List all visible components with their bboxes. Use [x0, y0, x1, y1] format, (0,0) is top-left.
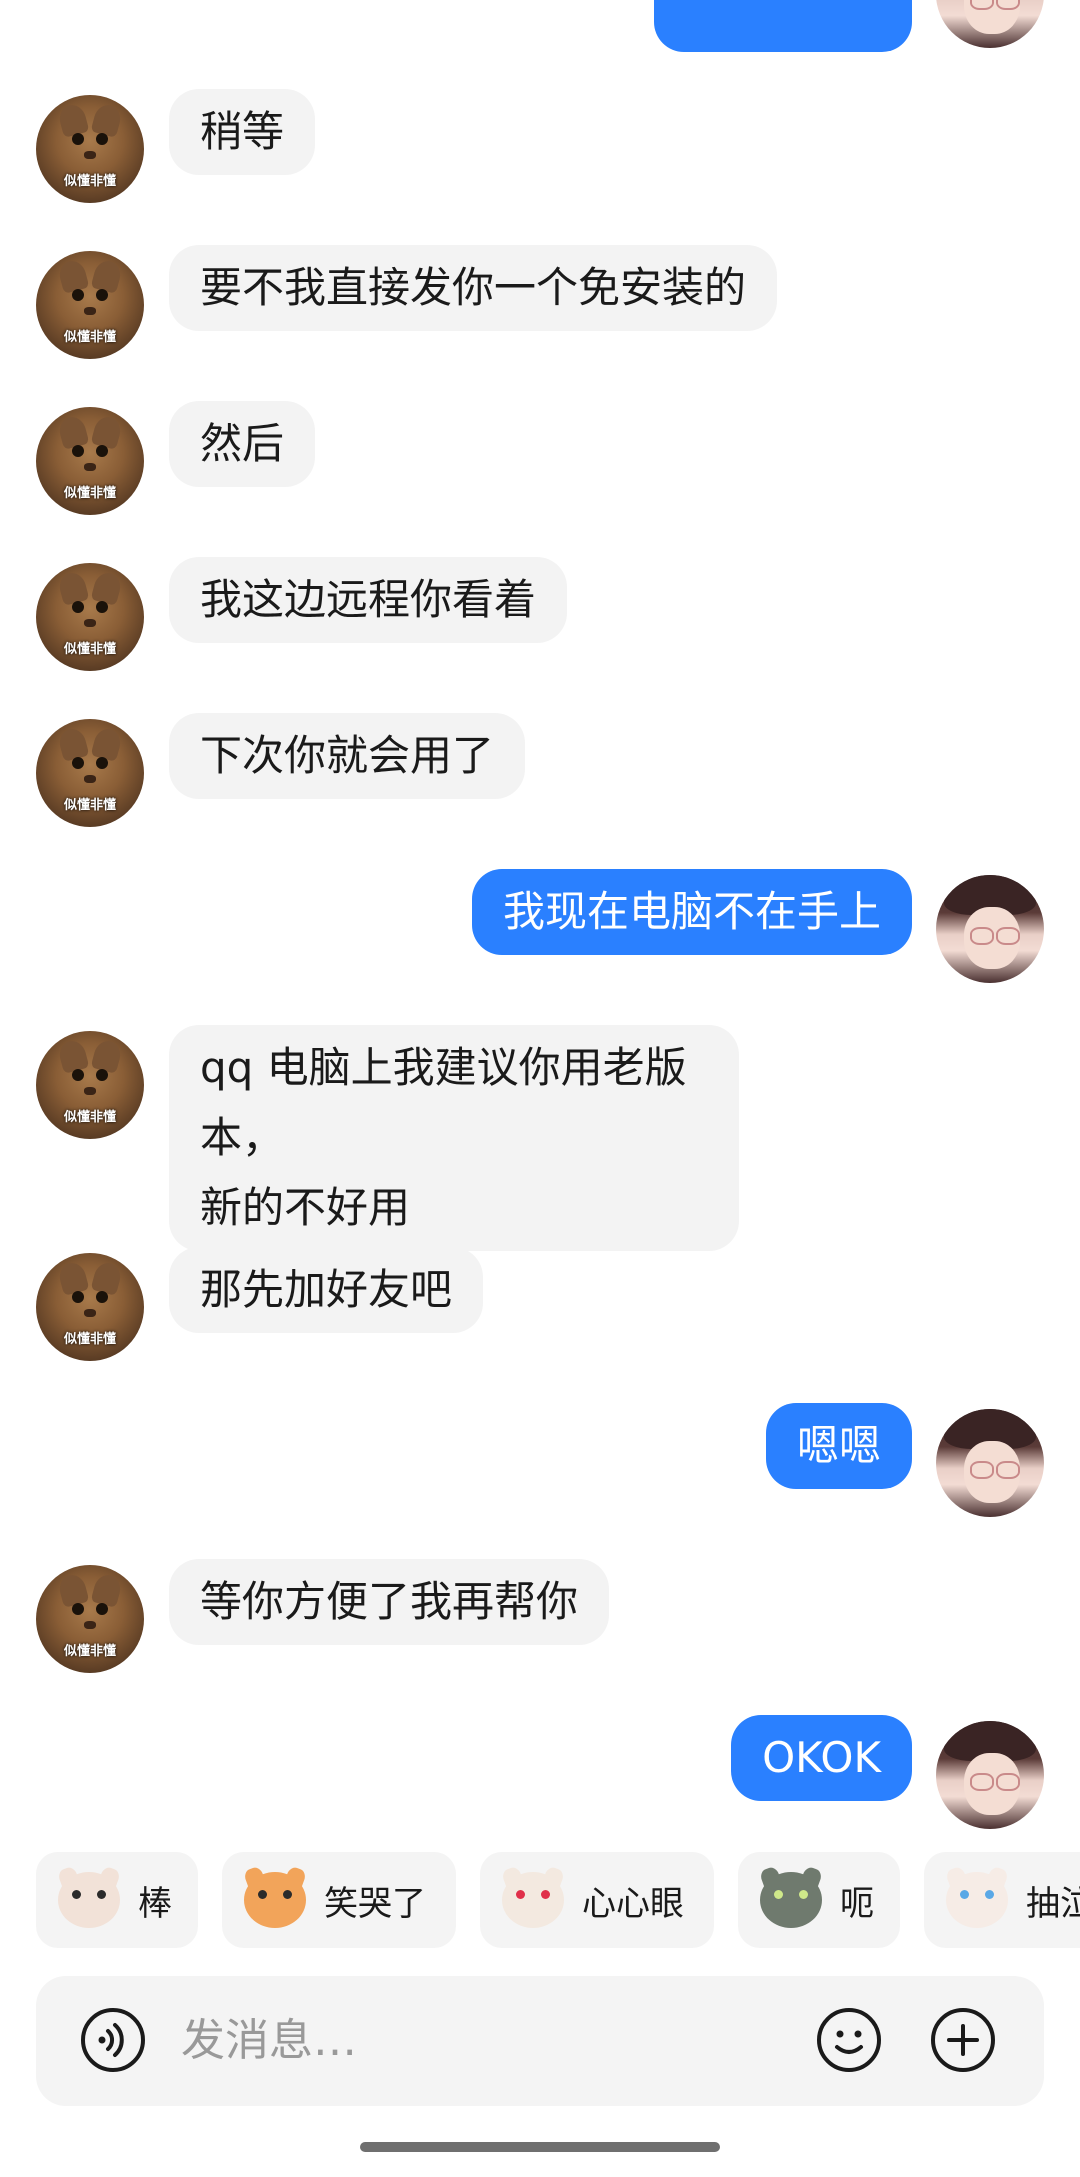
message-line: 新的不好用	[200, 1183, 411, 1232]
message-input[interactable]: 发消息…	[181, 2006, 357, 2076]
message-line: qq 电脑上我建议你用老版本，	[200, 1043, 687, 1162]
message-bubble-outgoing[interactable]: 嗯嗯	[765, 1403, 912, 1489]
calico-cat-sticker-icon	[502, 1872, 564, 1928]
home-indicator[interactable]	[360, 2142, 720, 2152]
grey-cat-sticker-icon	[760, 1872, 822, 1928]
message-row-incoming: 似懂非懂 然后	[0, 401, 1080, 527]
my-avatar[interactable]	[936, 875, 1044, 983]
sticker-label: 棒	[138, 1883, 172, 1924]
message-row-outgoing: 嗯嗯	[0, 1403, 1080, 1529]
sticker-label: 呃	[840, 1883, 874, 1924]
sticker-suggestion[interactable]: 笑哭了	[222, 1852, 456, 1948]
message-input-bar: 发消息…	[36, 1976, 1044, 2106]
plus-icon	[931, 2008, 995, 2072]
contact-avatar[interactable]: 似懂非懂	[36, 251, 144, 359]
message-bubble-incoming[interactable]: 等你方便了我再帮你	[169, 1559, 610, 1645]
contact-avatar[interactable]: 似懂非懂	[36, 563, 144, 671]
avatar-caption: 似懂非懂	[63, 1332, 116, 1347]
avatar-caption: 似懂非懂	[63, 798, 116, 813]
contact-avatar[interactable]: 似懂非懂	[36, 1253, 144, 1361]
message-row-outgoing	[0, 0, 1080, 52]
contact-avatar[interactable]: 似懂非懂	[36, 95, 144, 203]
sticker-suggestion-bar[interactable]: 棒 笑哭了 心心眼 呃 抽泣	[0, 1852, 1080, 1952]
message-bubble-incoming[interactable]: 要不我直接发你一个免安装的	[169, 245, 778, 331]
message-bubble-incoming[interactable]: 下次你就会用了	[169, 713, 526, 799]
message-row-incoming: 似懂非懂 要不我直接发你一个免安装的	[0, 245, 1080, 371]
contact-avatar[interactable]: 似懂非懂	[36, 1565, 144, 1673]
sticker-suggestion[interactable]: 棒	[36, 1852, 198, 1948]
message-bubble-incoming[interactable]: 稍等	[169, 89, 316, 175]
chat-message-list[interactable]: 似懂非懂 稍等 似懂非懂 要不我直接发你一个免安装的 似懂非懂 然后 似懂非懂 …	[0, 0, 1080, 1840]
contact-avatar[interactable]: 似懂非懂	[36, 719, 144, 827]
emoji-button[interactable]	[816, 2007, 882, 2073]
voice-input-button[interactable]	[80, 2007, 146, 2073]
contact-avatar[interactable]: 似懂非懂	[36, 407, 144, 515]
message-row-incoming: 似懂非懂 等你方便了我再帮你	[0, 1559, 1080, 1685]
avatar-caption: 似懂非懂	[63, 174, 116, 189]
message-row-incoming: 似懂非懂 稍等	[0, 89, 1080, 215]
cat-sticker-icon	[58, 1872, 120, 1928]
avatar-caption: 似懂非懂	[63, 1644, 116, 1659]
message-row-incoming: 似懂非懂 那先加好友吧	[0, 1247, 1080, 1373]
sticker-label: 抽泣	[1026, 1883, 1080, 1924]
my-avatar[interactable]	[936, 0, 1044, 48]
avatar-caption: 似懂非懂	[63, 486, 116, 501]
sticker-suggestion[interactable]: 抽泣	[924, 1852, 1080, 1948]
message-bubble-outgoing[interactable]: 我现在电脑不在手上	[471, 869, 912, 955]
contact-avatar[interactable]: 似懂非懂	[36, 1031, 144, 1139]
avatar-caption: 似懂非懂	[63, 642, 116, 657]
avatar-caption: 似懂非懂	[63, 1110, 116, 1125]
message-row-outgoing: OKOK	[0, 1715, 1080, 1840]
message-bubble-incoming[interactable]: 我这边远程你看着	[169, 557, 568, 643]
message-bubble-incoming[interactable]: qq 电脑上我建议你用老版本， 新的不好用	[169, 1025, 739, 1251]
crying-cat-sticker-icon	[946, 1872, 1008, 1928]
sticker-label: 笑哭了	[324, 1883, 426, 1924]
my-avatar[interactable]	[936, 1721, 1044, 1829]
message-bubble-outgoing[interactable]: OKOK	[731, 1715, 912, 1801]
sticker-label: 心心眼	[582, 1883, 684, 1924]
my-avatar[interactable]	[936, 1409, 1044, 1517]
message-bubble-incoming[interactable]: 然后	[169, 401, 316, 487]
sticker-suggestion[interactable]: 心心眼	[480, 1852, 714, 1948]
voice-icon	[81, 2008, 145, 2072]
emoji-icon	[817, 2008, 881, 2072]
message-bubble-outgoing[interactable]	[654, 0, 912, 52]
message-bubble-incoming[interactable]: 那先加好友吧	[169, 1247, 484, 1333]
message-row-incoming: 似懂非懂 qq 电脑上我建议你用老版本， 新的不好用	[0, 1025, 1080, 1251]
sticker-suggestion[interactable]: 呃	[738, 1852, 900, 1948]
message-row-incoming: 似懂非懂 下次你就会用了	[0, 713, 1080, 839]
message-row-outgoing: 我现在电脑不在手上	[0, 869, 1080, 995]
avatar-caption: 似懂非懂	[63, 330, 116, 345]
add-button[interactable]	[930, 2007, 996, 2073]
fox-sticker-icon	[244, 1872, 306, 1928]
message-row-incoming: 似懂非懂 我这边远程你看着	[0, 557, 1080, 683]
